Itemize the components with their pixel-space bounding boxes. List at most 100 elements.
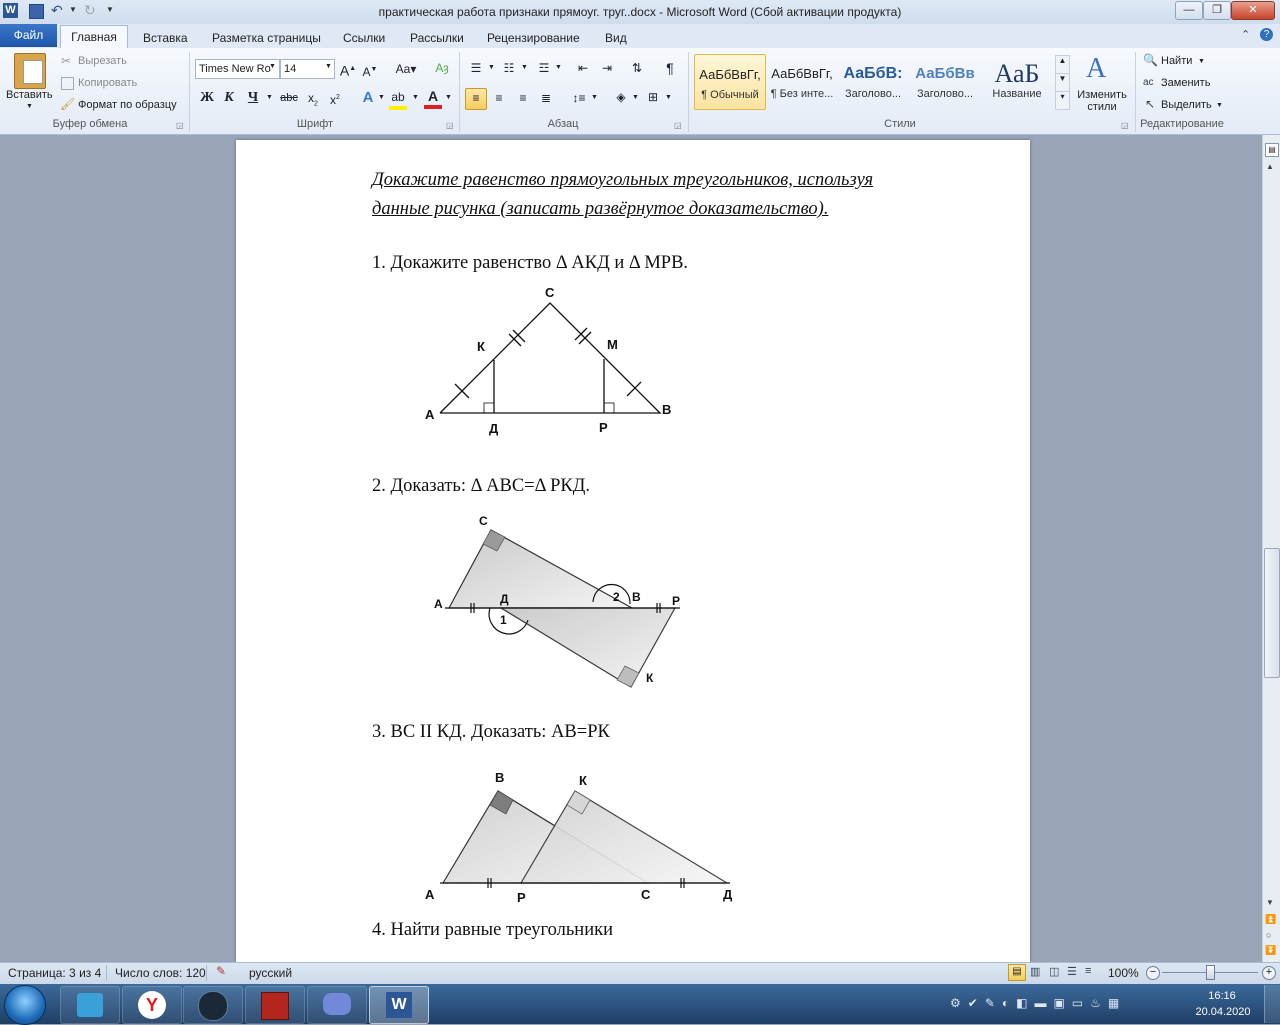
styles-scroll-down-icon[interactable]: ▼ xyxy=(1055,73,1070,92)
next-page-icon[interactable]: ⏬ xyxy=(1265,945,1276,956)
tab-references[interactable]: Ссылки xyxy=(343,28,385,48)
taskbar-discord[interactable] xyxy=(307,986,367,1024)
superscript-icon[interactable]: x2 xyxy=(326,89,344,107)
style-normal[interactable]: АаБбВвГг, ¶ Обычный xyxy=(694,54,766,110)
start-button[interactable] xyxy=(4,985,46,1025)
styles-scroll-up-icon[interactable]: ▲ xyxy=(1055,55,1070,74)
scroll-down-icon[interactable]: ▼ xyxy=(1266,898,1274,907)
styles-more-icon[interactable]: ▾ xyxy=(1055,91,1070,110)
italic-button[interactable]: К xyxy=(220,89,238,107)
align-right-icon[interactable]: ≡ xyxy=(514,89,532,107)
print-layout-view-icon[interactable]: ▤ xyxy=(1008,964,1026,981)
taskbar-yandex-browser[interactable]: Y xyxy=(122,986,182,1024)
show-desktop-button[interactable] xyxy=(1264,985,1280,1023)
maximize-button[interactable]: ❐ xyxy=(1203,1,1231,20)
page-count-status[interactable]: Страница: 3 из 4 xyxy=(8,966,101,980)
multilevel-dropdown-icon[interactable]: ▼ xyxy=(555,64,562,71)
sort-icon[interactable]: ⇅ xyxy=(628,59,646,77)
clear-formatting-icon[interactable]: Aȝ xyxy=(433,59,451,77)
tab-review[interactable]: Рецензирование xyxy=(487,28,580,48)
align-center-icon[interactable]: ≡ xyxy=(490,89,508,107)
cut-button[interactable]: Вырезать xyxy=(78,55,127,67)
font-launcher-icon[interactable]: ◲ xyxy=(446,121,454,130)
change-styles-button[interactable]: Изменить стили xyxy=(1075,89,1129,113)
scroll-thumb[interactable] xyxy=(1264,548,1280,678)
close-button[interactable]: ✕ xyxy=(1231,1,1275,20)
text-effects-icon[interactable]: A xyxy=(359,89,377,107)
clock-time[interactable]: 16:16 xyxy=(1196,990,1248,1002)
full-screen-view-icon[interactable]: ▥ xyxy=(1030,965,1040,978)
increase-indent-icon[interactable]: ⇥ xyxy=(598,59,616,77)
help-icon[interactable]: ? xyxy=(1260,28,1273,41)
clock-date[interactable]: 20.04.2020 xyxy=(1192,1006,1254,1018)
taskbar-dota[interactable] xyxy=(245,986,305,1024)
format-painter-icon[interactable]: 🖌 xyxy=(60,97,75,111)
scroll-up-icon[interactable]: ▲ xyxy=(1266,162,1274,171)
font-name-combo[interactable]: Times New Ro xyxy=(195,59,280,79)
zoom-in-icon[interactable]: + xyxy=(1262,966,1276,980)
outline-view-icon[interactable]: ☰ xyxy=(1067,965,1077,978)
decrease-indent-icon[interactable]: ⇤ xyxy=(574,59,592,77)
word-count-status[interactable]: Число слов: 120 xyxy=(115,966,206,980)
borders-icon[interactable]: ⊞ xyxy=(644,88,662,106)
grow-font-icon[interactable]: A▲ xyxy=(339,60,357,79)
taskbar-steam[interactable] xyxy=(183,986,243,1024)
shrink-font-icon[interactable]: A▼ xyxy=(361,61,379,79)
ruler-toggle-icon[interactable]: ▤ xyxy=(1265,143,1279,157)
show-marks-icon[interactable]: ¶ xyxy=(661,59,679,77)
highlight-icon[interactable]: ab xyxy=(389,88,407,110)
clipboard-launcher-icon[interactable]: ◲ xyxy=(176,121,184,130)
style-heading-1[interactable]: АаБбВ: Заголово... xyxy=(838,54,908,108)
numbering-icon[interactable]: ☷ xyxy=(500,59,518,77)
tab-home[interactable]: Главная xyxy=(60,25,128,49)
copy-button[interactable]: Копировать xyxy=(78,77,137,89)
paragraph-launcher-icon[interactable]: ◲ xyxy=(674,121,682,130)
text-effects-dropdown-icon[interactable]: ▼ xyxy=(378,94,385,101)
strikethrough-button[interactable]: abc xyxy=(279,89,299,107)
style-heading-2[interactable]: АаБбВв Заголово... xyxy=(910,54,980,108)
font-size-dropdown-icon[interactable]: ▼ xyxy=(325,63,332,70)
previous-page-icon[interactable]: ⏫ xyxy=(1265,914,1276,925)
shading-dropdown-icon[interactable]: ▼ xyxy=(632,94,639,101)
cut-icon[interactable]: ✂ xyxy=(61,54,71,68)
taskbar-app-1[interactable] xyxy=(60,986,120,1024)
style-no-spacing[interactable]: АаБбВвГг, ¶ Без инте... xyxy=(767,54,837,108)
font-color-icon[interactable]: A xyxy=(424,87,442,109)
tab-insert[interactable]: Вставка xyxy=(143,28,188,48)
find-icon[interactable]: 🔍 xyxy=(1143,53,1158,67)
minimize-button[interactable]: — xyxy=(1175,1,1203,20)
change-styles-icon[interactable]: A xyxy=(1086,53,1106,85)
bold-button[interactable]: Ж xyxy=(198,89,216,107)
underline-button[interactable]: Ч xyxy=(244,89,262,107)
line-spacing-icon[interactable]: ↕≡ xyxy=(570,89,588,107)
multilevel-list-icon[interactable]: ☲ xyxy=(535,59,553,77)
subscript-icon[interactable]: x2 xyxy=(304,89,322,107)
zoom-level[interactable]: 100% xyxy=(1108,966,1139,980)
web-layout-view-icon[interactable]: ◫ xyxy=(1049,965,1059,978)
bullets-icon[interactable]: ☰ xyxy=(467,59,485,77)
proofing-icon[interactable]: ✎ xyxy=(216,964,226,978)
zoom-slider-thumb[interactable] xyxy=(1206,965,1215,980)
browse-object-icon[interactable]: ○ xyxy=(1266,930,1271,940)
minimize-ribbon-icon[interactable]: ⌃ xyxy=(1241,28,1250,41)
select-icon[interactable]: ↖ xyxy=(1145,97,1155,111)
draft-view-icon[interactable]: ≡ xyxy=(1085,965,1091,977)
numbering-dropdown-icon[interactable]: ▼ xyxy=(521,64,528,71)
language-status[interactable]: русский xyxy=(249,966,292,980)
copy-icon[interactable] xyxy=(61,77,74,90)
find-dropdown-icon[interactable]: ▼ xyxy=(1198,58,1205,65)
font-color-dropdown-icon[interactable]: ▼ xyxy=(445,94,452,101)
format-painter-button[interactable]: Формат по образцу xyxy=(78,99,177,111)
paste-icon[interactable] xyxy=(14,53,46,89)
shading-icon[interactable]: ◈ xyxy=(612,88,630,106)
change-case-icon[interactable]: Aa▾ xyxy=(394,60,418,78)
bullets-dropdown-icon[interactable]: ▼ xyxy=(488,64,495,71)
taskbar-word[interactable]: W xyxy=(369,986,429,1024)
replace-icon[interactable]: ac xyxy=(1143,77,1154,88)
tab-file[interactable]: Файл xyxy=(0,24,57,47)
borders-dropdown-icon[interactable]: ▼ xyxy=(665,94,672,101)
highlight-dropdown-icon[interactable]: ▼ xyxy=(412,94,419,101)
paste-dropdown-icon[interactable]: ▼ xyxy=(26,103,33,110)
find-button[interactable]: Найти xyxy=(1161,55,1192,67)
select-dropdown-icon[interactable]: ▼ xyxy=(1216,102,1223,109)
